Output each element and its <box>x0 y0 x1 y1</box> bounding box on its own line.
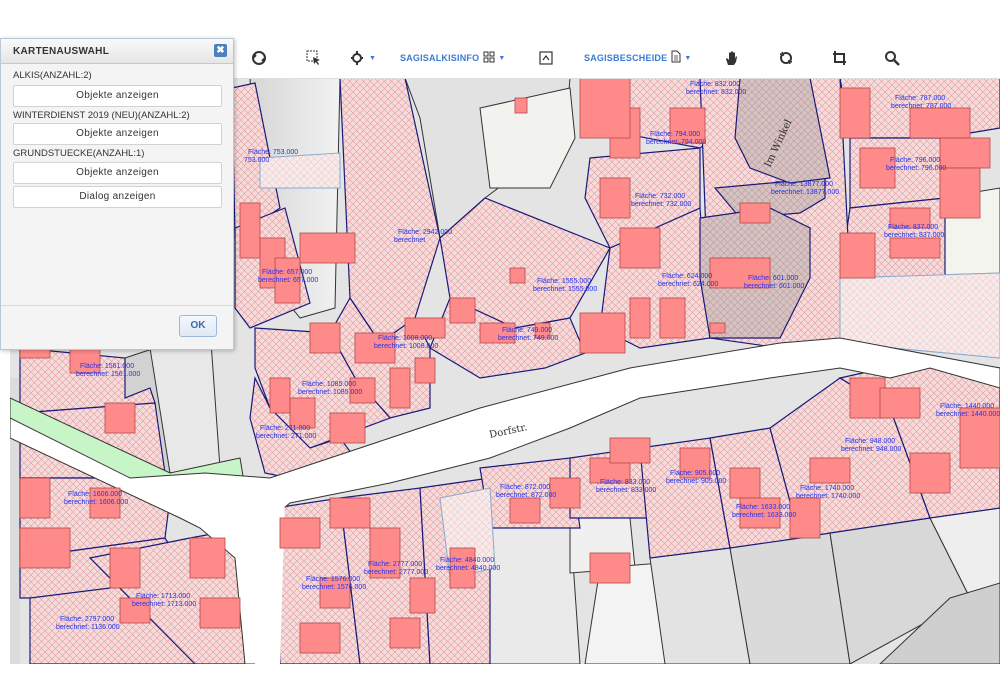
map-export-icon[interactable] <box>539 48 553 68</box>
parcel-area-label: Fläche: 2777.000 <box>368 561 422 568</box>
parcel-area-label: Fläche: 1008.000 <box>378 335 432 342</box>
document-icon <box>671 50 681 66</box>
parcel-computed-label: berechnet: 1561.000 <box>76 371 140 378</box>
sagisalkisinfo-menu[interactable]: SAGISALKISINFO ▼ <box>400 48 505 68</box>
grundstuecke-objekte-anzeigen-button[interactable]: Objekte anzeigen <box>13 162 222 184</box>
parcel-area-label: Fläche: 2797.000 <box>60 616 114 623</box>
refresh-icon[interactable] <box>250 48 268 68</box>
grid-icon <box>483 50 495 66</box>
map-toolbar: ▼ SAGISALKISINFO ▼ SAGISBESCHEIDE ▼ <box>232 38 1000 79</box>
parcel-computed-label: berechnet: 1576.000 <box>302 584 366 591</box>
parcel-area-label: Fläche: 1740.000 <box>800 485 854 492</box>
parcel-computed-label: berechnet: 1085.000 <box>298 389 362 396</box>
kartenauswahl-dialog: KARTENAUSWAHL ✖ ALKIS(ANZAHL:2) Objekte … <box>0 38 234 350</box>
parcel-computed-label: berechnet: 732.000 <box>631 201 691 208</box>
parcel-computed-label: berechnet: 4840.000 <box>436 565 500 572</box>
parcel-area-label: Fläche: 796.000 <box>890 157 940 164</box>
parcel-area-label: Fläche: 1606.000 <box>68 491 122 498</box>
parcel-area-label: Fläche: 1713.000 <box>136 593 190 600</box>
parcel-area-label: Fläche: 657.000 <box>262 269 312 276</box>
parcel-computed-label: berechnet: 657.000 <box>258 277 318 284</box>
measure-tool-icon[interactable]: ▼ <box>350 48 376 68</box>
dialog-header[interactable]: KARTENAUSWAHL ✖ <box>1 39 233 64</box>
parcel-area-label: Fläche: 872.000 <box>500 484 550 491</box>
parcel-computed-label: berechnet: 794.000 <box>646 139 706 146</box>
ok-button[interactable]: OK <box>179 315 217 337</box>
select-cursor-icon[interactable] <box>306 48 322 68</box>
parcel-computed-label: berechnet: 948.000 <box>841 446 901 453</box>
parcel-area-label: Fläche: 13877.000 <box>775 181 833 188</box>
parcel-computed-label: berechnet: 624.000 <box>658 281 718 288</box>
parcel-computed-label: berechnet: 832.000 <box>686 89 746 96</box>
parcel-computed-label: berechnet: 2777.000 <box>364 569 428 576</box>
parcel-computed-label: berechnet: 601.000 <box>744 283 804 290</box>
parcel-area-label: Fläche: 1561.000 <box>80 363 134 370</box>
parcel-area-label: Fläche: 732.000 <box>635 193 685 200</box>
sagisbescheide-menu[interactable]: SAGISBESCHEIDE ▼ <box>584 48 691 68</box>
parcel-computed-label: berechnet: 837.000 <box>884 232 944 239</box>
parcel-computed-label: berechnet: 1008.000 <box>374 343 438 350</box>
parcel-computed-label: 753.000 <box>244 157 269 164</box>
parcel-area-label: Fläche: 1576.000 <box>306 576 360 583</box>
parcel-computed-label: berechnet: 749.000 <box>498 335 558 342</box>
parcel-computed-label: berechnet: 1136.000 <box>56 624 120 631</box>
parcel-computed-label: berechnet: 905.000 <box>666 478 726 485</box>
parcel-area-label: Fläche: 1085.000 <box>302 381 356 388</box>
parcel-area-label: Fläche: 601.000 <box>748 275 798 282</box>
parcel-area-label: Fläche: 1555.000 <box>537 278 591 285</box>
parcel-area-label: Fläche: 948.000 <box>845 438 895 445</box>
zoom-search-icon[interactable] <box>884 48 900 68</box>
parcel-computed-label: berechnet: 796.000 <box>886 165 946 172</box>
parcel-area-label: Fläche: 1633.000 <box>736 504 790 511</box>
parcel-computed-label: berechnet: 13877.000 <box>771 189 839 196</box>
parcel-area-label: Fläche: 833.000 <box>600 479 650 486</box>
parcel-computed-label: berechnet: 787.000 <box>891 103 951 110</box>
pan-hand-icon[interactable] <box>724 48 738 68</box>
parcel-computed-label: berechnet <box>394 237 425 244</box>
parcel-computed-label: berechnet: 1713.000 <box>132 601 196 608</box>
close-icon[interactable]: ✖ <box>214 44 227 57</box>
parcel-area-label: Fläche: 837.000 <box>888 224 938 231</box>
parcel-computed-label: berechnet: 1555.000 <box>533 286 597 293</box>
rotate-icon[interactable] <box>778 48 794 68</box>
section-label-winterdienst: WINTERDIENST 2019 (NEU)(ANZAHL:2) <box>13 110 190 121</box>
parcel-area-label: Fläche: 787.000 <box>895 95 945 102</box>
parcel-area-label: Fläche: 753.000 <box>248 149 298 156</box>
zoom-crop-icon[interactable] <box>832 48 848 68</box>
parcel-computed-label: berechnet: 1740.000 <box>796 493 860 500</box>
parcel-area-label: Fläche: 4840.000 <box>440 557 494 564</box>
parcel-computed-label: berechnet: 1633.000 <box>732 512 796 519</box>
winterdienst-objekte-anzeigen-button[interactable]: Objekte anzeigen <box>13 123 222 145</box>
parcel-area-label: Fläche: 794.000 <box>650 131 700 138</box>
alkis-objekte-anzeigen-button[interactable]: Objekte anzeigen <box>13 85 222 107</box>
parcel-area-label: Fläche: 832.000 <box>690 81 740 88</box>
parcel-computed-label: berechnet: 872.000 <box>496 492 556 499</box>
parcel-computed-label: berechnet: 271.000 <box>256 433 316 440</box>
parcel-area-label: Fläche: 2942.000 <box>398 229 452 236</box>
parcel-area-label: Fläche: 1440.000 <box>940 403 994 410</box>
parcel-area-label: Fläche: 624.000 <box>662 273 712 280</box>
dialog-title: KARTENAUSWAHL <box>13 46 110 57</box>
section-label-alkis: ALKIS(ANZAHL:2) <box>13 70 92 81</box>
parcel-computed-label: berechnet: 833.000 <box>596 487 656 494</box>
grundstuecke-dialog-anzeigen-button[interactable]: Dialog anzeigen <box>13 186 222 208</box>
parcel-computed-label: berechnet: 1440.000 <box>936 411 1000 418</box>
parcel-area-label: Fläche: 905.000 <box>670 470 720 477</box>
parcel-area-label: Fläche: 749.000 <box>502 327 552 334</box>
parcel-computed-label: berechnet: 1606.000 <box>64 499 128 506</box>
parcel-area-label: Fläche: 271.000 <box>260 425 310 432</box>
dialog-footer-divider <box>1 305 233 306</box>
section-label-grundstuecke: GRUNDSTUECKE(ANZAHL:1) <box>13 148 145 159</box>
